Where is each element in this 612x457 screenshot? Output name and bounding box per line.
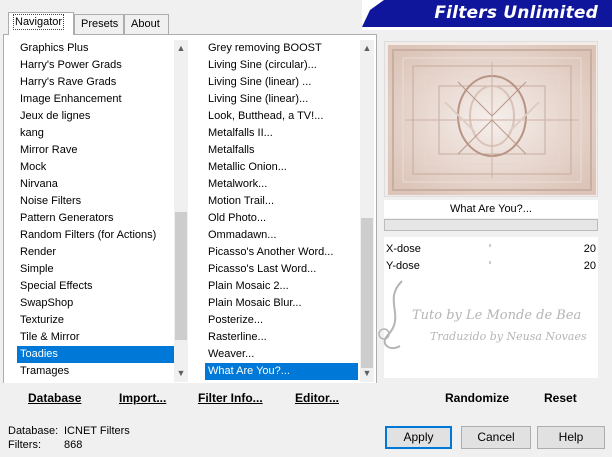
list-item[interactable]: Posterize... — [205, 312, 358, 329]
progress-bar — [384, 219, 598, 231]
cancel-button[interactable]: Cancel — [461, 426, 531, 449]
tab-about[interactable]: About — [124, 14, 169, 34]
list-item[interactable]: SwapShop — [17, 295, 174, 312]
parameter-panel: X-dose 20 Y-dose 20 — [384, 237, 598, 378]
list-item[interactable]: Grey removing BOOST — [205, 40, 358, 57]
list-item[interactable]: Pattern Generators — [17, 210, 174, 227]
tab-navigator-label: Navigator — [12, 14, 65, 30]
list-item[interactable]: Special Effects — [17, 278, 174, 295]
list-item[interactable]: kang — [17, 125, 174, 142]
list-item[interactable]: Living Sine (linear) ... — [205, 74, 358, 91]
slider-track[interactable] — [489, 261, 491, 264]
list-item[interactable]: Toadies — [17, 346, 174, 363]
category-list[interactable]: Graphics Plus Harry's Power Grads Harry's … — [17, 40, 174, 382]
list-item[interactable]: Harry's Power Grads — [17, 57, 174, 74]
param-y-dose[interactable]: Y-dose 20 — [384, 258, 598, 275]
database-label: Database: — [8, 425, 59, 437]
help-button[interactable]: Help — [537, 426, 605, 449]
filters-info: Filters: 868 — [8, 439, 82, 451]
list-item[interactable]: What Are You?... — [205, 363, 358, 380]
list-item[interactable]: Living Sine (circular)... — [205, 57, 358, 74]
list-item[interactable]: Metalfalls — [205, 142, 358, 159]
scroll-up-icon[interactable]: ▲ — [174, 41, 188, 56]
param-value[interactable]: 20 — [584, 241, 596, 258]
tab-presets[interactable]: Presets — [74, 14, 124, 34]
param-x-dose[interactable]: X-dose 20 — [384, 241, 598, 258]
param-label: Y-dose — [386, 260, 420, 272]
list-item[interactable]: Graphics Plus — [17, 40, 174, 57]
editor-button[interactable]: Editor... — [295, 391, 339, 405]
randomize-button[interactable]: Randomize — [445, 391, 509, 405]
list-item[interactable]: Render — [17, 244, 174, 261]
scroll-down-icon[interactable]: ▼ — [360, 366, 374, 381]
tab-presets-label: Presets — [81, 18, 119, 30]
filters-label: Filters: — [8, 439, 41, 451]
list-item[interactable]: Texturize — [17, 312, 174, 329]
list-item[interactable]: Mock — [17, 159, 174, 176]
list-item[interactable]: Harry's Rave Grads — [17, 74, 174, 91]
scroll-thumb[interactable] — [361, 218, 373, 368]
list-item[interactable]: Metallic Onion... — [205, 159, 358, 176]
database-button[interactable]: Database — [28, 391, 81, 405]
list-item[interactable]: Motion Trail... — [205, 193, 358, 210]
filter-name-display: What Are You?... — [384, 200, 598, 218]
scroll-down-icon[interactable]: ▼ — [174, 366, 188, 381]
category-scrollbar[interactable]: ▲ ▼ — [174, 40, 188, 382]
list-item[interactable]: Mirror Rave — [17, 142, 174, 159]
list-item[interactable]: Metalfalls II... — [205, 125, 358, 142]
database-info: Database: ICNET Filters — [8, 425, 130, 437]
list-item[interactable]: Jeux de lignes — [17, 108, 174, 125]
database-value: ICNET Filters — [64, 425, 130, 437]
list-item[interactable]: Nirvana — [17, 176, 174, 193]
list-item[interactable]: Tile & Mirror — [17, 329, 174, 346]
scroll-thumb[interactable] — [175, 212, 187, 340]
app-title: Filters Unlimited — [434, 3, 598, 23]
filter-info-button[interactable]: Filter Info... — [198, 391, 263, 405]
scroll-up-icon[interactable]: ▲ — [360, 41, 374, 56]
list-item[interactable]: Weaver... — [205, 346, 358, 363]
filters-value: 868 — [64, 439, 83, 451]
list-item[interactable]: Noise Filters — [17, 193, 174, 210]
title-banner: Filters Unlimited — [362, 0, 612, 30]
reset-button[interactable]: Reset — [544, 391, 577, 405]
list-item[interactable]: Look, Butthead, a TV!... — [205, 108, 358, 125]
list-item[interactable]: Plain Mosaic 2... — [205, 278, 358, 295]
list-item[interactable]: Old Photo... — [205, 210, 358, 227]
list-item[interactable]: Plain Mosaic Blur... — [205, 295, 358, 312]
preview-pattern — [385, 42, 597, 196]
list-item[interactable]: Random Filters (for Actions) — [17, 227, 174, 244]
list-item[interactable]: Metalwork... — [205, 176, 358, 193]
apply-button[interactable]: Apply — [385, 426, 452, 449]
filter-list[interactable]: Grey removing BOOST Living Sine (circular… — [205, 40, 358, 382]
preview-image — [384, 41, 598, 197]
list-item[interactable]: Picasso's Another Word... — [205, 244, 358, 261]
list-item[interactable]: Ommadawn... — [205, 227, 358, 244]
tab-about-label: About — [131, 18, 160, 30]
list-item[interactable]: Picasso's Last Word... — [205, 261, 358, 278]
param-label: X-dose — [386, 243, 421, 255]
param-value[interactable]: 20 — [584, 258, 596, 275]
list-item[interactable]: Simple — [17, 261, 174, 278]
slider-track[interactable] — [489, 244, 491, 247]
list-item[interactable]: Living Sine (linear)... — [205, 91, 358, 108]
list-item[interactable]: Tramages — [17, 363, 174, 380]
list-item[interactable]: Rasterline... — [205, 329, 358, 346]
import-button[interactable]: Import... — [119, 391, 166, 405]
filter-scrollbar[interactable]: ▲ ▼ — [360, 40, 374, 382]
tab-navigator[interactable]: Navigator — [8, 12, 74, 35]
list-item[interactable]: Image Enhancement — [17, 91, 174, 108]
